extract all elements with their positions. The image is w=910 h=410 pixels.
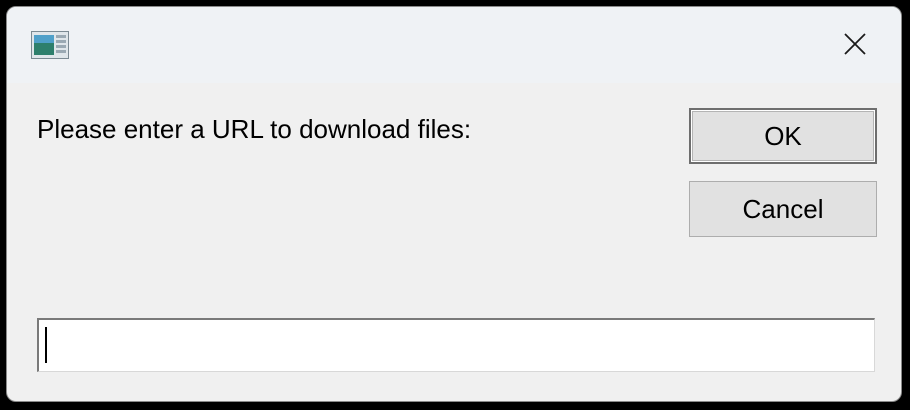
cancel-button[interactable]: Cancel	[689, 181, 877, 237]
url-input[interactable]	[37, 318, 875, 372]
close-button[interactable]	[809, 7, 901, 81]
prompt-label: Please enter a URL to download files:	[37, 114, 472, 144]
text-caret	[45, 327, 47, 363]
dialog-window: Please enter a URL to download files: OK…	[6, 6, 902, 402]
ok-button[interactable]: OK	[689, 108, 877, 164]
title-bar[interactable]	[7, 7, 901, 83]
close-icon	[844, 33, 866, 55]
window-app-icon	[31, 31, 69, 59]
